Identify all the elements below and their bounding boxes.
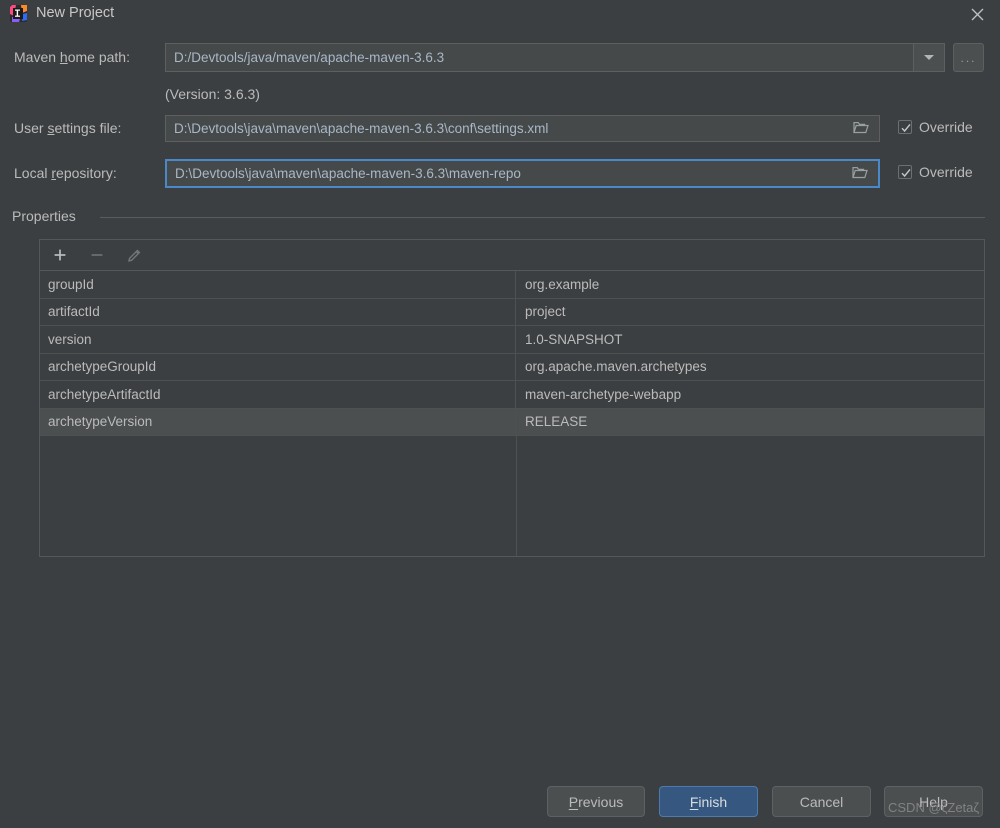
minus-icon[interactable] [87,245,107,265]
local-repository-override-label: Override [919,164,973,180]
checkbox-checked-icon[interactable] [898,165,912,179]
user-settings-override[interactable]: Override [898,119,973,135]
intellij-idea-icon [9,4,28,23]
previous-button[interactable]: Previous [547,786,645,817]
table-empty-area [40,436,984,556]
property-value: maven-archetype-webapp [525,386,682,402]
finish-button[interactable]: Finish [659,786,758,817]
property-key: artifactId [40,298,516,325]
properties-toolbar [40,240,984,271]
property-key: archetypeArtifactId [40,381,516,408]
table-row[interactable]: version 1.0-SNAPSHOT [40,326,984,354]
property-key: groupId [40,271,516,298]
property-key: archetypeVersion [40,408,516,435]
property-value: org.apache.maven.archetypes [525,359,707,375]
properties-group-divider [100,217,985,218]
checkbox-checked-icon[interactable] [898,120,912,134]
user-settings-file-input[interactable]: D:\Devtools\java\maven\apache-maven-3.6.… [165,115,880,142]
table-row[interactable]: archetypeArtifactId maven-archetype-weba… [40,381,984,409]
table-empty-right [517,436,984,556]
property-value: org.example [525,276,600,292]
plus-icon[interactable] [50,245,70,265]
user-settings-override-label: Override [919,119,973,135]
table-row[interactable]: archetypeGroupId org.apache.maven.archet… [40,353,984,381]
maven-home-path-value[interactable]: D:/Devtools/java/maven/apache-maven-3.6.… [166,44,913,71]
table-row[interactable]: artifactId project [40,298,984,326]
chevron-down-icon[interactable] [913,44,944,71]
window-title: New Project [36,5,115,21]
property-value: RELEASE [525,414,588,430]
user-settings-file-label: User settings file: [14,120,122,136]
property-value: project [525,304,566,320]
properties-group-label: Properties [12,208,84,224]
maven-version-note: (Version: 3.6.3) [165,86,260,102]
close-icon[interactable] [964,2,990,26]
folder-icon[interactable] [852,166,868,182]
pencil-icon[interactable] [124,245,144,265]
maven-home-browse-button[interactable]: ... [953,43,984,72]
table-empty-left [40,436,517,556]
maven-home-path-label: Maven home path: [14,49,130,65]
property-key: version [40,326,516,353]
help-button[interactable]: Help [884,786,983,817]
table-row[interactable]: archetypeVersion RELEASE [40,408,984,436]
local-repository-input[interactable]: D:\Devtools\java\maven\apache-maven-3.6.… [165,159,880,188]
local-repository-label: Local repository: [14,165,117,181]
property-value: 1.0-SNAPSHOT [525,331,623,347]
user-settings-file-value: D:\Devtools\java\maven\apache-maven-3.6.… [174,121,549,136]
local-repository-override[interactable]: Override [898,164,973,180]
properties-table-body: groupId org.example artifactId project v… [40,271,984,556]
properties-table: groupId org.example artifactId project v… [39,239,985,557]
dialog-button-bar: Previous Finish Cancel Help [0,786,1000,828]
property-key: archetypeGroupId [40,353,516,380]
table-row[interactable]: groupId org.example [40,271,984,299]
title-bar: New Project [0,0,1000,28]
maven-home-path-combo[interactable]: D:/Devtools/java/maven/apache-maven-3.6.… [165,43,945,72]
cancel-button[interactable]: Cancel [772,786,871,817]
folder-icon[interactable] [853,121,869,137]
local-repository-value: D:\Devtools\java\maven\apache-maven-3.6.… [175,166,521,181]
